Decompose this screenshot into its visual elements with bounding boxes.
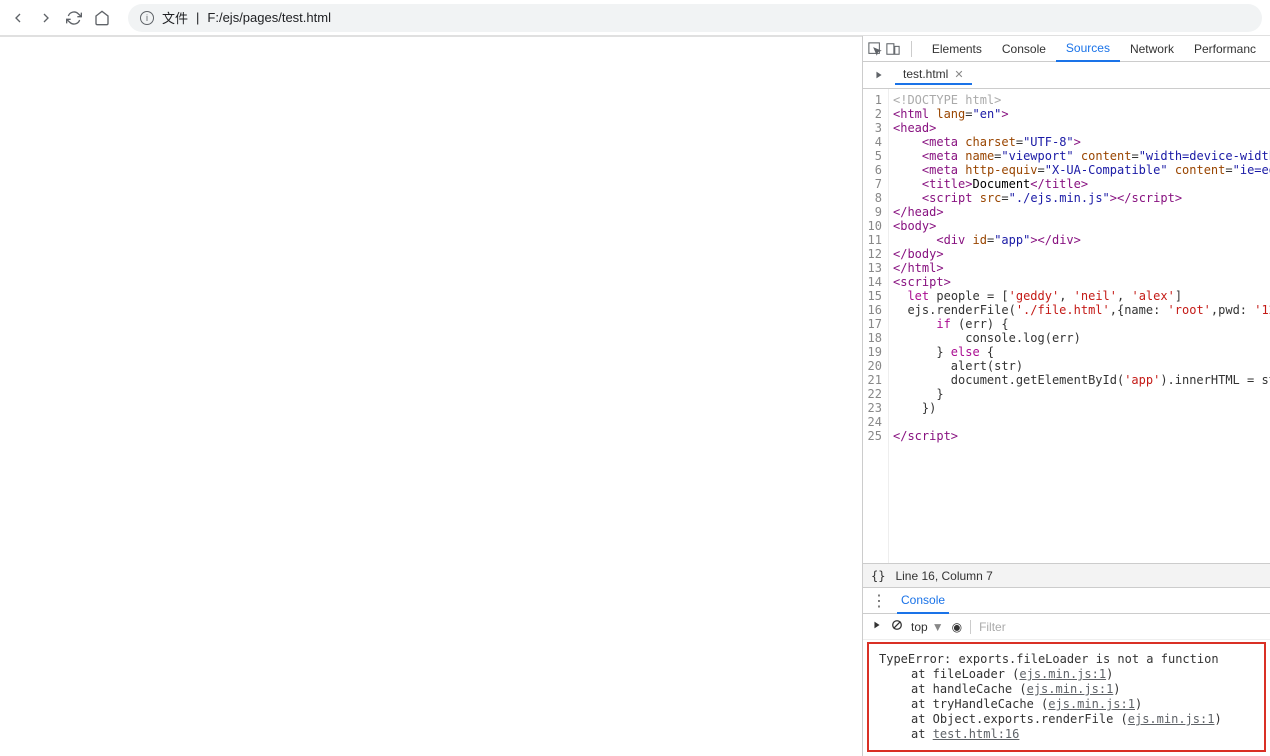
console-header: ⋮ Console <box>863 588 1270 614</box>
console-error: TypeError: exports.fileLoader is not a f… <box>867 642 1266 752</box>
console-drawer: ⋮ Console top▼ ◉ Filter TypeError: expor… <box>863 587 1270 756</box>
line-gutter: 1234567891011121314151617181920212223242… <box>863 89 889 563</box>
stack-link[interactable]: ejs.min.js:1 <box>1048 697 1135 711</box>
drawer-menu-icon[interactable]: ⋮ <box>871 591 887 611</box>
stack-frame: at handleCache (ejs.min.js:1) <box>879 682 1254 697</box>
stack-link[interactable]: ejs.min.js:1 <box>1027 682 1114 696</box>
inspect-icon[interactable] <box>867 39 883 59</box>
devtools-tab-performanc[interactable]: Performanc <box>1184 36 1266 62</box>
navigator-toggle-icon[interactable] <box>869 65 889 85</box>
cursor-position: Line 16, Column 7 <box>895 569 992 583</box>
console-toolbar: top▼ ◉ Filter <box>863 614 1270 640</box>
code-content[interactable]: <!DOCTYPE html><html lang="en"><head> <m… <box>889 89 1270 563</box>
console-tab[interactable]: Console <box>897 588 949 614</box>
reload-button[interactable] <box>64 8 84 28</box>
context-selector[interactable]: top▼ <box>911 620 944 634</box>
devtools-header: ElementsConsoleSourcesNetworkPerformanc <box>863 36 1270 62</box>
live-expression-icon[interactable]: ◉ <box>952 620 962 634</box>
browser-toolbar: i 文件 | F:/ejs/pages/test.html <box>0 0 1270 36</box>
sidebar-toggle-icon[interactable] <box>871 619 883 634</box>
address-path: F:/ejs/pages/test.html <box>207 10 331 25</box>
address-separator: | <box>196 10 199 25</box>
filter-input[interactable]: Filter <box>979 620 1006 634</box>
back-button[interactable] <box>8 8 28 28</box>
file-tab-label: test.html <box>903 67 948 81</box>
stack-link[interactable]: ejs.min.js:1 <box>1019 667 1106 681</box>
code-editor[interactable]: 1234567891011121314151617181920212223242… <box>863 89 1270 563</box>
devtools-tab-network[interactable]: Network <box>1120 36 1184 62</box>
stack-frame: at fileLoader (ejs.min.js:1) <box>879 667 1254 682</box>
devtools-tabs: ElementsConsoleSourcesNetworkPerformanc <box>922 36 1266 62</box>
format-icon[interactable]: {} <box>871 569 885 583</box>
file-tab-test[interactable]: test.html ✕ <box>895 65 972 85</box>
devtools-tab-elements[interactable]: Elements <box>922 36 992 62</box>
home-button[interactable] <box>92 8 112 28</box>
stack-link[interactable]: test.html:16 <box>933 727 1020 741</box>
address-bar[interactable]: i 文件 | F:/ejs/pages/test.html <box>128 4 1262 32</box>
devtools-panel: ElementsConsoleSourcesNetworkPerformanc … <box>862 36 1270 756</box>
stack-frame: at Object.exports.renderFile (ejs.min.js… <box>879 712 1254 727</box>
stack-frame: at tryHandleCache (ejs.min.js:1) <box>879 697 1254 712</box>
device-toggle-icon[interactable] <box>885 39 901 59</box>
address-file-label: 文件 <box>162 8 188 27</box>
forward-button[interactable] <box>36 8 56 28</box>
error-stack: at fileLoader (ejs.min.js:1)at handleCac… <box>879 667 1254 742</box>
devtools-tab-sources[interactable]: Sources <box>1056 36 1120 62</box>
info-icon: i <box>140 11 154 25</box>
editor-status-bar: {} Line 16, Column 7 <box>863 563 1270 587</box>
page-viewport <box>0 36 862 756</box>
stack-link[interactable]: ejs.min.js:1 <box>1128 712 1215 726</box>
sources-file-bar: test.html ✕ <box>863 62 1270 89</box>
stack-frame: at test.html:16 <box>879 727 1254 742</box>
devtools-tab-console[interactable]: Console <box>992 36 1056 62</box>
error-message: TypeError: exports.fileLoader is not a f… <box>879 652 1254 667</box>
clear-console-icon[interactable] <box>891 619 903 634</box>
close-icon[interactable]: ✕ <box>954 68 963 81</box>
